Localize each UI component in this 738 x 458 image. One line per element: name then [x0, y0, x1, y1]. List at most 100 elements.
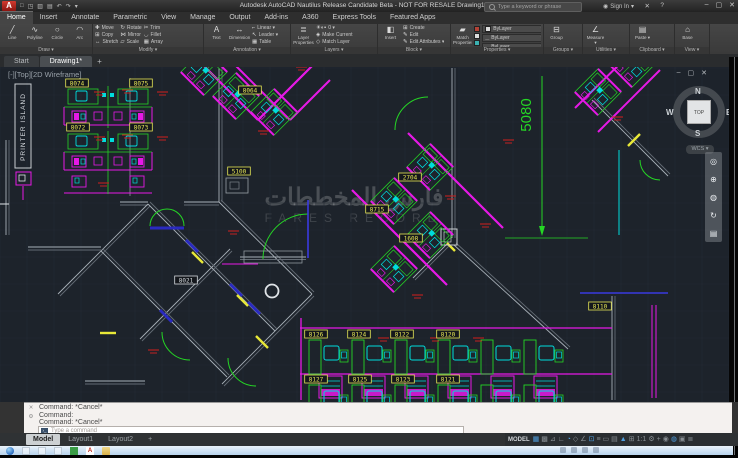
mirror-button[interactable]: ⋈Mirror — [120, 32, 141, 38]
layout-tab-model[interactable]: Model — [26, 434, 60, 445]
trim-button[interactable]: ✂Trim — [144, 25, 163, 31]
pan-icon[interactable]: ◎ — [710, 157, 717, 166]
undo-icon[interactable]: ↶ — [57, 3, 62, 10]
panel-footer-utilities[interactable]: Utilities ▾ — [583, 47, 629, 54]
ribbon-tab-a360[interactable]: A360 — [295, 12, 325, 24]
navigation-bar[interactable]: ◎⊕◍↻▤ — [705, 152, 722, 242]
line-button[interactable]: ╱Line — [2, 25, 23, 47]
panel-footer-draw[interactable]: Draw ▾ — [0, 47, 92, 54]
object-color-dropdown[interactable]: ByLayer▾ — [482, 25, 541, 33]
orbit-icon[interactable]: ↻ — [710, 211, 717, 220]
linear-button[interactable]: ⌐Linear ▾ — [252, 25, 278, 31]
annotation-scale-icon[interactable]: 1:1 — [637, 434, 647, 446]
circle-button[interactable]: ○Circle — [47, 25, 68, 47]
help-icon[interactable]: ? — [660, 2, 664, 9]
edit-button[interactable]: ✎Edit — [403, 32, 444, 38]
ribbon-tab-manage[interactable]: Manage — [183, 12, 222, 24]
layout-tab-layout1[interactable]: Layout1 — [61, 434, 100, 445]
viewport-close-icon[interactable]: ✕ — [701, 69, 707, 77]
table-button[interactable]: ▦Table — [252, 39, 278, 45]
autocad-logo-icon[interactable]: A — [2, 1, 16, 11]
steering-wheel-icon[interactable]: ◍ — [710, 193, 717, 202]
leader-button[interactable]: ↖Leader ▾ — [252, 32, 278, 38]
workspace-icon[interactable]: ⚙ — [648, 434, 654, 446]
autoscale-icon[interactable]: ⊞ — [629, 434, 635, 446]
ribbon-tab-view[interactable]: View — [154, 12, 183, 24]
arc-button[interactable]: ◠Arc — [70, 25, 91, 47]
search-input[interactable]: Type a keyword or phrase — [484, 2, 582, 12]
linetype-dropdown[interactable]: —ByLayer▾ — [482, 34, 541, 42]
viewport-restore-icon[interactable]: ▢ — [688, 69, 695, 77]
ribbon-tab-annotate[interactable]: Annotate — [64, 12, 106, 24]
start-button[interactable] — [6, 447, 14, 455]
color-chip[interactable] — [474, 40, 480, 46]
base-button[interactable]: ⌂Base — [677, 25, 698, 47]
file-tab-drawing1-[interactable]: Drawing1* — [40, 56, 92, 67]
clean-screen-icon[interactable]: ▣ — [679, 434, 686, 446]
color-chip[interactable] — [474, 26, 480, 32]
match-properties-button[interactable]: ▰Match Properties — [453, 25, 472, 47]
folder-icon[interactable] — [102, 447, 110, 455]
tray-icon[interactable] — [582, 447, 588, 453]
group-button[interactable]: ⊟Group — [546, 25, 567, 47]
model-space-label[interactable]: MODEL — [508, 437, 530, 443]
new-layout-button[interactable]: + — [141, 434, 159, 445]
isolate-objects-icon[interactable]: ◉ — [663, 434, 669, 446]
measure-button[interactable]: ∠Measure ▾ — [585, 25, 606, 47]
color-chip[interactable] — [474, 33, 480, 39]
edit-attributes-button[interactable]: ✎Edit Attributes ▾ — [403, 39, 444, 45]
close-icon[interactable]: ✕ — [29, 405, 34, 411]
tray-icon[interactable] — [593, 447, 599, 453]
ribbon-tab-featured-apps[interactable]: Featured Apps — [383, 12, 443, 24]
dimension-button[interactable]: ↔Dimension — [229, 25, 250, 47]
plot-icon[interactable]: ▤ — [47, 3, 53, 10]
viewport-minimize-icon[interactable]: ‒ — [677, 69, 681, 77]
polyline-button[interactable]: ∿Polyline — [25, 25, 46, 47]
lineweight-icon[interactable]: ≡ — [596, 434, 600, 446]
open-file-icon[interactable]: ◳ — [28, 3, 34, 10]
snap-mode-icon[interactable]: ▩ — [541, 434, 548, 446]
save-icon[interactable]: ▥ — [37, 3, 43, 10]
file-tab-start[interactable]: Start — [4, 56, 39, 67]
viewport-label[interactable]: [-][Top][2D Wireframe] — [8, 70, 81, 79]
viewcube-north[interactable]: N — [695, 87, 701, 96]
redo-icon[interactable]: ↷ — [66, 3, 71, 10]
viewcube-east[interactable]: E — [726, 108, 729, 117]
scale-button[interactable]: ▱Scale — [120, 39, 141, 45]
array-button[interactable]: ▦Array — [144, 39, 163, 45]
layer-properties-button[interactable]: ≣Layer Properties — [293, 25, 314, 47]
minimize-icon[interactable]: ‒ — [705, 1, 709, 9]
ortho-icon[interactable]: ∟ — [558, 434, 565, 446]
infer-constraints-icon[interactable]: ⊿ — [550, 434, 556, 446]
text-button[interactable]: AText — [206, 25, 227, 47]
ribbon-tab-output[interactable]: Output — [222, 12, 257, 24]
viewcube-south[interactable]: S — [695, 129, 700, 138]
qat-dropdown-icon[interactable]: ▾ — [75, 3, 78, 10]
panel-footer-properties[interactable]: Properties ▾ — [451, 47, 543, 54]
browser-icon[interactable] — [22, 447, 30, 455]
media-icon[interactable] — [54, 447, 62, 455]
ribbon-tab-add-ins[interactable]: Add-ins — [257, 12, 295, 24]
new-file-icon[interactable]: □ — [20, 3, 24, 9]
osnap-tracking-icon[interactable]: ∠ — [580, 434, 586, 446]
panel-footer-view[interactable]: View ▾ — [675, 47, 709, 54]
graphics-performance-icon[interactable]: ◍ — [671, 434, 677, 446]
viewcube-top-face[interactable]: TOP — [687, 100, 711, 124]
ribbon-tab-home[interactable]: Home — [0, 11, 33, 24]
polar-tracking-icon[interactable]: ◔ — [567, 434, 571, 446]
new-drawing-tab-button[interactable]: + — [93, 56, 106, 67]
grid-icon[interactable]: ▦ — [533, 434, 540, 446]
exchange-icon[interactable]: ✕ — [645, 2, 650, 10]
osnap-icon[interactable]: ⊡ — [589, 434, 595, 446]
panel-footer-groups[interactable]: Groups ▾ — [544, 47, 582, 54]
ribbon-tab-express-tools[interactable]: Express Tools — [326, 12, 383, 24]
command-window[interactable]: ✕ ⚙ Command: *Cancel*Command:Command: *C… — [24, 402, 732, 434]
autocad-taskbar-icon[interactable]: A — [86, 447, 94, 455]
move-button[interactable]: ✚Move — [95, 25, 118, 31]
copy-button[interactable]: ⊞Copy — [95, 32, 118, 38]
fillet-button[interactable]: ◡Fillet — [144, 32, 163, 38]
panel-footer-block[interactable]: Block ▾ — [378, 47, 450, 54]
ribbon-tab-parametric[interactable]: Parametric — [106, 12, 154, 24]
tray-icon[interactable] — [571, 447, 577, 453]
transparency-icon[interactable]: ▭ — [603, 434, 610, 446]
